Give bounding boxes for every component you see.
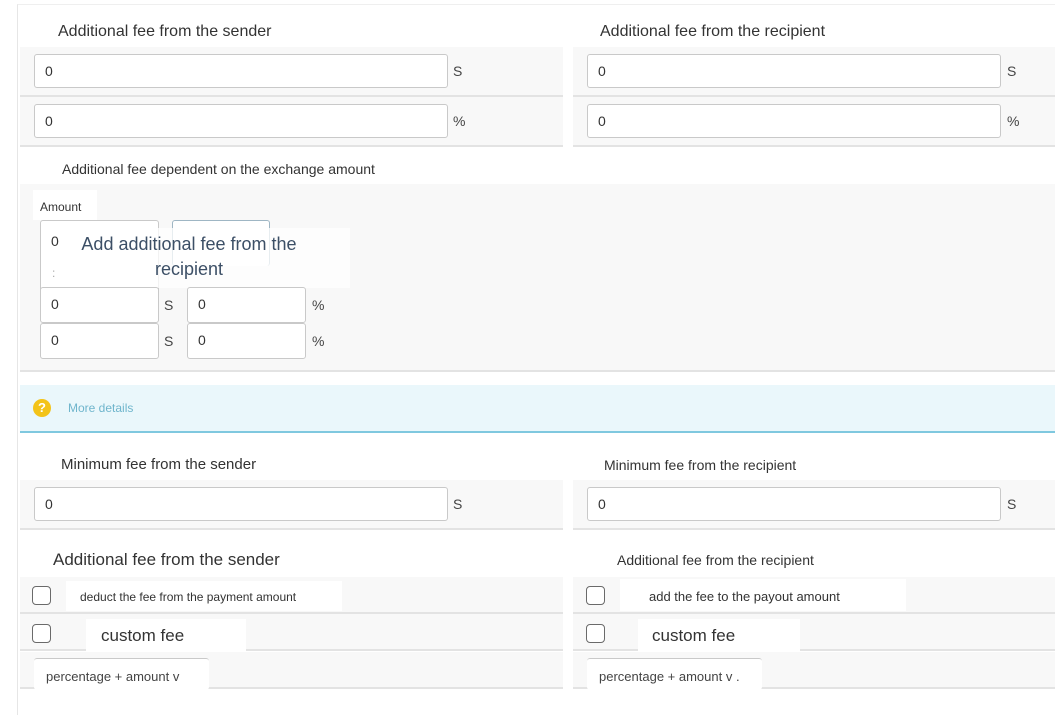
more-details-link[interactable]: More details bbox=[68, 401, 133, 415]
amount-unit: S bbox=[164, 333, 174, 349]
recipient-min-fee-unit: S bbox=[1007, 496, 1017, 512]
amount-input[interactable]: 0 bbox=[40, 323, 159, 359]
fee-percent-input[interactable]: 0 bbox=[187, 323, 306, 359]
recipient-fixed-fee-input[interactable]: 0 bbox=[587, 54, 1001, 88]
amount-input[interactable]: 0 bbox=[40, 287, 159, 323]
add-recipient-fee-tooltip: Add additional fee from the recipient bbox=[81, 234, 297, 279]
add-fee-label: add the fee to the payout amount bbox=[649, 589, 840, 604]
recipient-additional-fee-title: Additional fee from the recipient bbox=[600, 23, 826, 40]
sender-custom-fee-checkbox[interactable] bbox=[32, 624, 51, 643]
recipient-percent-fee-input[interactable]: 0 bbox=[587, 104, 1001, 138]
fee-percent-unit: % bbox=[312, 297, 325, 313]
recipient-custom-fee-label: custom fee bbox=[652, 626, 736, 645]
question-icon: ? bbox=[33, 399, 51, 417]
fee-percent-input[interactable]: 0 bbox=[187, 287, 306, 323]
fee-percent-unit: % bbox=[312, 333, 325, 349]
sender-percent-fee-input[interactable]: 0 bbox=[34, 104, 448, 138]
sender-options-title: Additional fee from the sender bbox=[53, 550, 280, 569]
recipient-fee-type-select[interactable]: percentage + amount v . bbox=[587, 658, 762, 690]
sender-percent-fee-unit: % bbox=[453, 113, 466, 129]
sender-min-fee-title: Minimum fee from the sender bbox=[61, 456, 257, 473]
recipient-custom-fee-checkbox[interactable] bbox=[586, 624, 605, 643]
recipient-options-title: Additional fee from the recipient bbox=[617, 552, 814, 568]
deduct-fee-label: deduct the fee from the payment amount bbox=[80, 590, 297, 604]
amount-label: Amount bbox=[40, 200, 82, 214]
sender-additional-fee-title: Additional fee from the sender bbox=[58, 23, 272, 40]
drag-handle-icon: : bbox=[52, 266, 56, 280]
sender-fee-type-select[interactable]: percentage + amount v bbox=[34, 658, 209, 690]
add-fee-checkbox[interactable] bbox=[586, 586, 605, 605]
dependent-fee-title: Additional fee dependent on the exchange… bbox=[62, 161, 375, 177]
sender-min-fee-unit: S bbox=[453, 496, 463, 512]
recipient-min-fee-input[interactable]: 0 bbox=[587, 487, 1001, 521]
sender-fixed-fee-unit: S bbox=[453, 63, 463, 79]
sender-min-fee-input[interactable]: 0 bbox=[34, 487, 448, 521]
recipient-fixed-fee-unit: S bbox=[1007, 63, 1017, 79]
recipient-min-fee-title: Minimum fee from the recipient bbox=[604, 457, 797, 473]
sender-fixed-fee-input[interactable]: 0 bbox=[34, 54, 448, 88]
deduct-fee-checkbox[interactable] bbox=[32, 586, 51, 605]
recipient-percent-fee-unit: % bbox=[1007, 113, 1020, 129]
amount-unit: S bbox=[164, 297, 174, 313]
sender-custom-fee-label: custom fee bbox=[101, 626, 185, 645]
info-bar: ? More details bbox=[20, 385, 1055, 433]
